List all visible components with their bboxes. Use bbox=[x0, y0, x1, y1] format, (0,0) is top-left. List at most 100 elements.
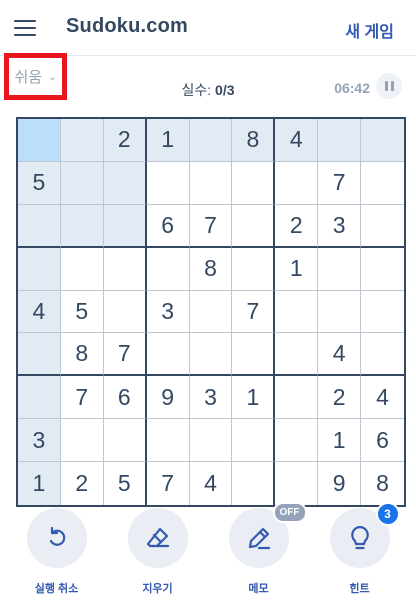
sudoku-cell-r3c3[interactable] bbox=[103, 204, 147, 248]
sudoku-cell-r9c1[interactable]: 1 bbox=[18, 462, 61, 505]
sudoku-cell-r8c7[interactable] bbox=[275, 419, 319, 463]
sudoku-cell-r2c3[interactable] bbox=[103, 161, 147, 205]
hint-button[interactable]: 3 힌트 bbox=[315, 502, 405, 611]
sudoku-cell-r8c1[interactable]: 3 bbox=[18, 419, 61, 463]
sudoku-cell-r5c4[interactable]: 3 bbox=[146, 290, 190, 334]
sudoku-cell-r7c3[interactable]: 6 bbox=[103, 376, 147, 420]
sudoku-cell-r4c1[interactable] bbox=[18, 247, 61, 291]
sudoku-cell-r5c2[interactable]: 5 bbox=[60, 290, 104, 334]
sudoku-cell-r5c3[interactable] bbox=[103, 290, 147, 334]
pause-button[interactable] bbox=[376, 73, 402, 99]
sudoku-cell-r7c2[interactable]: 7 bbox=[60, 376, 104, 420]
sudoku-cell-r6c6[interactable] bbox=[232, 333, 276, 377]
sudoku-cell-r7c6[interactable]: 1 bbox=[232, 376, 276, 420]
hamburger-icon[interactable] bbox=[14, 20, 36, 36]
sudoku-cell-r3c8[interactable]: 3 bbox=[318, 204, 362, 248]
sudoku-cell-r3c4[interactable]: 6 bbox=[146, 204, 190, 248]
sudoku-cell-r1c6[interactable]: 8 bbox=[232, 119, 276, 162]
sudoku-cell-r5c1[interactable]: 4 bbox=[18, 290, 61, 334]
sudoku-cell-r8c5[interactable] bbox=[189, 419, 233, 463]
pause-icon bbox=[384, 81, 388, 91]
hint-label: 힌트 bbox=[349, 583, 370, 595]
sudoku-cell-r9c7[interactable] bbox=[275, 462, 319, 505]
app-logo[interactable]: Sudoku.com bbox=[66, 15, 188, 38]
sudoku-cell-r2c8[interactable]: 7 bbox=[318, 161, 362, 205]
sudoku-cell-r4c4[interactable] bbox=[146, 247, 190, 291]
undo-button[interactable]: 실행 취소 bbox=[12, 508, 102, 611]
sudoku-cell-r8c9[interactable]: 6 bbox=[361, 419, 404, 463]
sudoku-cell-r9c5[interactable]: 4 bbox=[189, 462, 233, 505]
sudoku-cell-r6c1[interactable] bbox=[18, 333, 61, 377]
sudoku-cell-r6c3[interactable]: 7 bbox=[103, 333, 147, 377]
sudoku-cell-r4c9[interactable] bbox=[361, 247, 404, 291]
sudoku-cell-r7c9[interactable]: 4 bbox=[361, 376, 404, 420]
sudoku-cell-r6c4[interactable] bbox=[146, 333, 190, 377]
sudoku-cell-r3c7[interactable]: 2 bbox=[275, 204, 319, 248]
sudoku-cell-r7c8[interactable]: 2 bbox=[318, 376, 362, 420]
sudoku-cell-r5c5[interactable] bbox=[189, 290, 233, 334]
sudoku-cell-r1c9[interactable] bbox=[361, 119, 404, 162]
sudoku-cell-r6c8[interactable]: 4 bbox=[318, 333, 362, 377]
sudoku-cell-r1c5[interactable] bbox=[189, 119, 233, 162]
sudoku-cell-r7c5[interactable]: 3 bbox=[189, 376, 233, 420]
sudoku-cell-r4c6[interactable] bbox=[232, 247, 276, 291]
sudoku-cell-r6c5[interactable] bbox=[189, 333, 233, 377]
sudoku-cell-r3c6[interactable] bbox=[232, 204, 276, 248]
pencil-icon bbox=[248, 527, 270, 550]
sudoku-cell-r7c4[interactable]: 9 bbox=[146, 376, 190, 420]
sudoku-cell-r1c4[interactable]: 1 bbox=[146, 119, 190, 162]
sudoku-cell-r4c2[interactable] bbox=[60, 247, 104, 291]
sudoku-cell-r2c5[interactable] bbox=[189, 161, 233, 205]
sudoku-cell-r1c8[interactable] bbox=[318, 119, 362, 162]
sudoku-cell-r3c9[interactable] bbox=[361, 204, 404, 248]
notes-status-badge: OFF bbox=[272, 502, 307, 523]
mistakes-label: 실수: bbox=[181, 82, 212, 98]
sudoku-cell-r1c2[interactable] bbox=[60, 119, 104, 162]
sudoku-cell-r6c9[interactable] bbox=[361, 333, 404, 377]
sudoku-cell-r2c2[interactable] bbox=[60, 161, 104, 205]
sudoku-cell-r7c7[interactable] bbox=[275, 376, 319, 420]
sudoku-cell-r8c3[interactable] bbox=[103, 419, 147, 463]
sudoku-cell-r1c3[interactable]: 2 bbox=[103, 119, 147, 162]
sudoku-cell-r1c7[interactable]: 4 bbox=[275, 119, 319, 162]
sudoku-cell-r7c1[interactable] bbox=[18, 376, 61, 420]
new-game-button[interactable]: 새 게임 bbox=[345, 18, 394, 42]
sudoku-cell-r5c7[interactable] bbox=[275, 290, 319, 334]
sudoku-cell-r3c2[interactable] bbox=[60, 204, 104, 248]
sudoku-cell-r5c6[interactable]: 7 bbox=[232, 290, 276, 334]
notes-label: 메모 bbox=[248, 583, 269, 595]
sudoku-cell-r2c4[interactable] bbox=[146, 161, 190, 205]
sudoku-cell-r2c6[interactable] bbox=[232, 161, 276, 205]
sudoku-cell-r8c4[interactable] bbox=[146, 419, 190, 463]
sudoku-cell-r8c6[interactable] bbox=[232, 419, 276, 463]
sudoku-cell-r3c1[interactable] bbox=[18, 204, 61, 248]
sudoku-cell-r9c3[interactable]: 5 bbox=[103, 462, 147, 505]
sudoku-cell-r1c1[interactable] bbox=[18, 119, 61, 162]
sudoku-cell-r4c7[interactable]: 1 bbox=[275, 247, 319, 291]
sudoku-cell-r9c8[interactable]: 9 bbox=[318, 462, 362, 505]
sudoku-cell-r9c4[interactable]: 7 bbox=[146, 462, 190, 505]
sudoku-cell-r9c6[interactable] bbox=[232, 462, 276, 505]
notes-button[interactable]: OFF 메모 bbox=[214, 502, 307, 611]
sudoku-cell-r2c7[interactable] bbox=[275, 161, 319, 205]
sudoku-cell-r8c8[interactable]: 1 bbox=[318, 419, 362, 463]
sudoku-cell-r8c2[interactable] bbox=[60, 419, 104, 463]
sudoku-cell-r9c9[interactable]: 8 bbox=[361, 462, 404, 505]
sudoku-cell-r4c5[interactable]: 8 bbox=[189, 247, 233, 291]
undo-label: 실행 취소 bbox=[34, 583, 79, 595]
undo-icon bbox=[49, 526, 65, 546]
mistakes-value: 0/3 bbox=[215, 82, 235, 98]
action-bar: 실행 취소 지우기 OFF 메모 3 힌트 bbox=[0, 502, 416, 611]
sudoku-cell-r5c8[interactable] bbox=[318, 290, 362, 334]
sudoku-cell-r5c9[interactable] bbox=[361, 290, 404, 334]
sudoku-cell-r4c3[interactable] bbox=[103, 247, 147, 291]
lightbulb-icon bbox=[350, 525, 369, 550]
sudoku-cell-r6c2[interactable]: 8 bbox=[60, 333, 104, 377]
sudoku-cell-r9c2[interactable]: 2 bbox=[60, 462, 104, 505]
sudoku-cell-r2c9[interactable] bbox=[361, 161, 404, 205]
sudoku-cell-r2c1[interactable]: 5 bbox=[18, 161, 61, 205]
sudoku-cell-r3c5[interactable]: 7 bbox=[189, 204, 233, 248]
erase-button[interactable]: 지우기 bbox=[113, 508, 203, 611]
sudoku-cell-r6c7[interactable] bbox=[275, 333, 319, 377]
sudoku-cell-r4c8[interactable] bbox=[318, 247, 362, 291]
